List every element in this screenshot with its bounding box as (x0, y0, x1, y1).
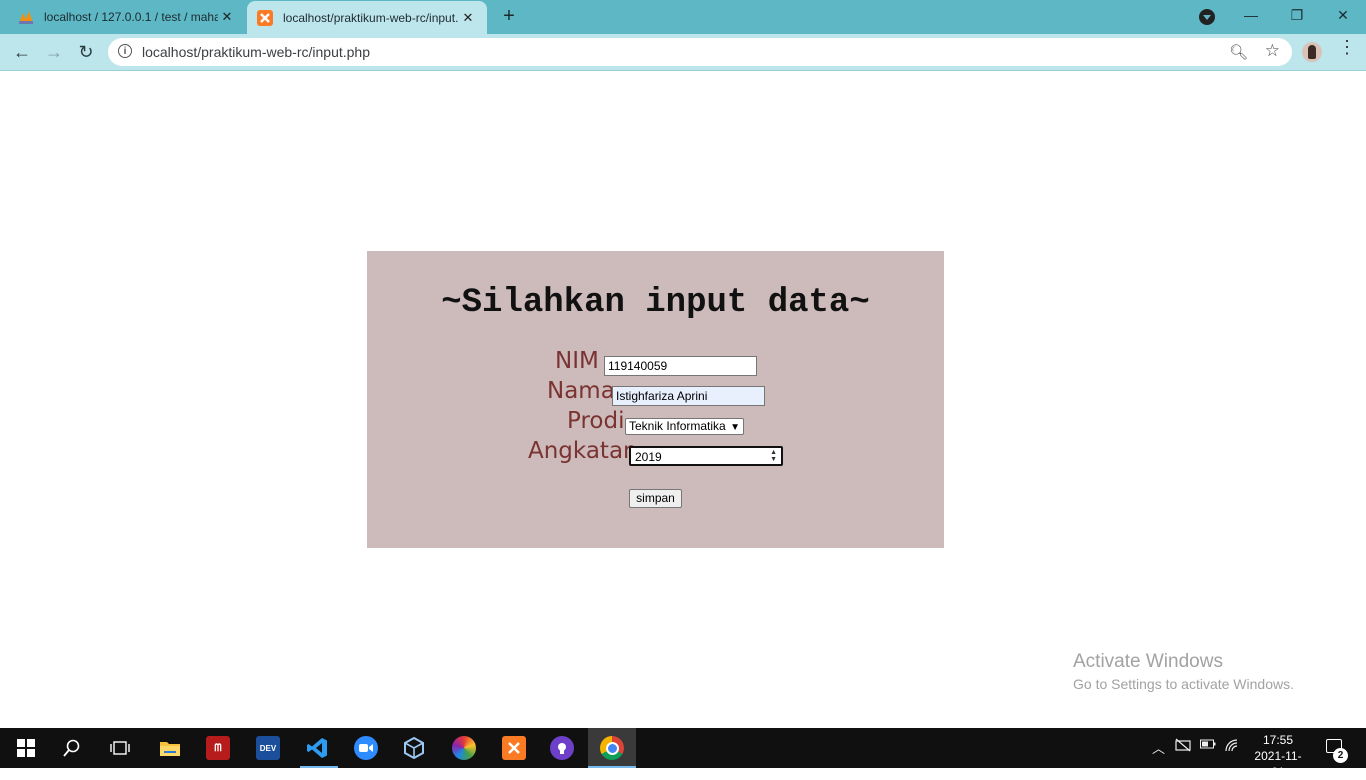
clock-time: 17:55 (1262, 733, 1294, 747)
url-text: localhost/praktikum-web-rc/input.php (142, 44, 370, 60)
chevron-down-icon: ▼ (730, 422, 740, 433)
close-tab-icon[interactable]: ✕ (218, 9, 236, 25)
browser-toolbar: ← → ↻ i localhost/praktikum-web-rc/input… (0, 34, 1366, 71)
bookmark-star-icon[interactable]: ☆ (1265, 41, 1280, 61)
xampp-icon (257, 9, 273, 26)
battery-icon[interactable] (1200, 738, 1216, 753)
close-window-icon[interactable]: ✕ (1320, 0, 1366, 30)
restore-icon[interactable]: ❐ (1274, 0, 1320, 30)
profile-avatar[interactable] (1302, 42, 1322, 62)
wifi-icon[interactable] (1224, 738, 1240, 755)
chevron-up-icon[interactable]: ︿ (1152, 738, 1165, 757)
tab-phpmyadmin[interactable]: localhost / 127.0.0.1 / test / mahasiswa… (8, 0, 246, 34)
nama-input[interactable] (612, 386, 765, 406)
spinner-arrows-icon[interactable]: ▲ ▼ (770, 449, 777, 463)
tab-title: localhost/praktikum-web-rc/input.php (283, 10, 459, 25)
back-arrow-icon[interactable]: ← (10, 40, 34, 64)
zoom-icon[interactable]: 🔍︎ (1229, 43, 1248, 61)
address-bar[interactable]: i localhost/praktikum-web-rc/input.php 🔍… (108, 38, 1292, 66)
forward-arrow-icon[interactable]: → (42, 40, 66, 64)
prodi-select[interactable]: Teknik Informatika ▼ (625, 418, 744, 435)
clock-date: 2021-11-01 (1254, 749, 1302, 779)
page-title: ~Silahkan input data~ (441, 284, 870, 322)
minimize-icon[interactable]: — (1228, 0, 1274, 30)
file-explorer-icon[interactable] (158, 736, 182, 760)
menu-kebab-icon[interactable]: ⋮ (1338, 38, 1356, 56)
network-disconnected-icon[interactable] (1175, 738, 1191, 755)
github-desktop-icon[interactable] (550, 736, 574, 760)
activation-watermark-title: Activate Windows (1073, 651, 1223, 672)
virtualbox-icon[interactable] (402, 736, 426, 760)
zoom-app-icon[interactable] (354, 736, 378, 760)
notification-count-badge: 2 (1333, 748, 1348, 763)
search-icon[interactable] (60, 736, 84, 760)
site-info-icon[interactable]: i (118, 44, 132, 58)
chrome-icon[interactable] (600, 736, 624, 760)
angkatan-input[interactable]: 2019 ▲ ▼ (629, 446, 783, 466)
activation-watermark-subtitle: Go to Settings to activate Windows. (1073, 676, 1294, 692)
tab-search-icon[interactable] (1199, 9, 1215, 25)
new-tab-button[interactable]: + (498, 5, 520, 27)
reload-icon[interactable]: ↻ (74, 40, 98, 64)
mendeley-icon[interactable]: ᗰ (206, 736, 230, 760)
nim-label: NIM (555, 348, 599, 374)
task-view-icon[interactable] (108, 736, 132, 760)
xampp-icon[interactable] (502, 736, 526, 760)
angkatan-label: Angkatan (528, 438, 638, 464)
picasa-icon[interactable] (452, 736, 476, 760)
devcpp-icon[interactable]: DEV (256, 736, 280, 760)
tab-input-php[interactable]: localhost/praktikum-web-rc/input.php ✕ (247, 1, 487, 34)
tab-title: localhost / 127.0.0.1 / test / mahasiswa (44, 10, 218, 24)
taskbar: ᗰ DEV ︿ (0, 728, 1366, 768)
phpmyadmin-icon (18, 9, 34, 25)
nim-input[interactable] (604, 356, 757, 376)
prodi-selected-value: Teknik Informatika (629, 419, 726, 433)
system-clock[interactable]: 17:55 2021-11-01 (1248, 732, 1308, 780)
vscode-icon[interactable] (305, 736, 329, 760)
simpan-button[interactable]: simpan (629, 489, 682, 508)
angkatan-value: 2019 (635, 450, 662, 464)
tab-strip: localhost / 127.0.0.1 / test / mahasiswa… (0, 0, 1366, 34)
close-tab-icon[interactable]: ✕ (459, 10, 477, 26)
nama-label: Nama (547, 378, 615, 404)
prodi-label: Prodi (567, 408, 625, 434)
windows-start-icon[interactable] (14, 736, 38, 760)
